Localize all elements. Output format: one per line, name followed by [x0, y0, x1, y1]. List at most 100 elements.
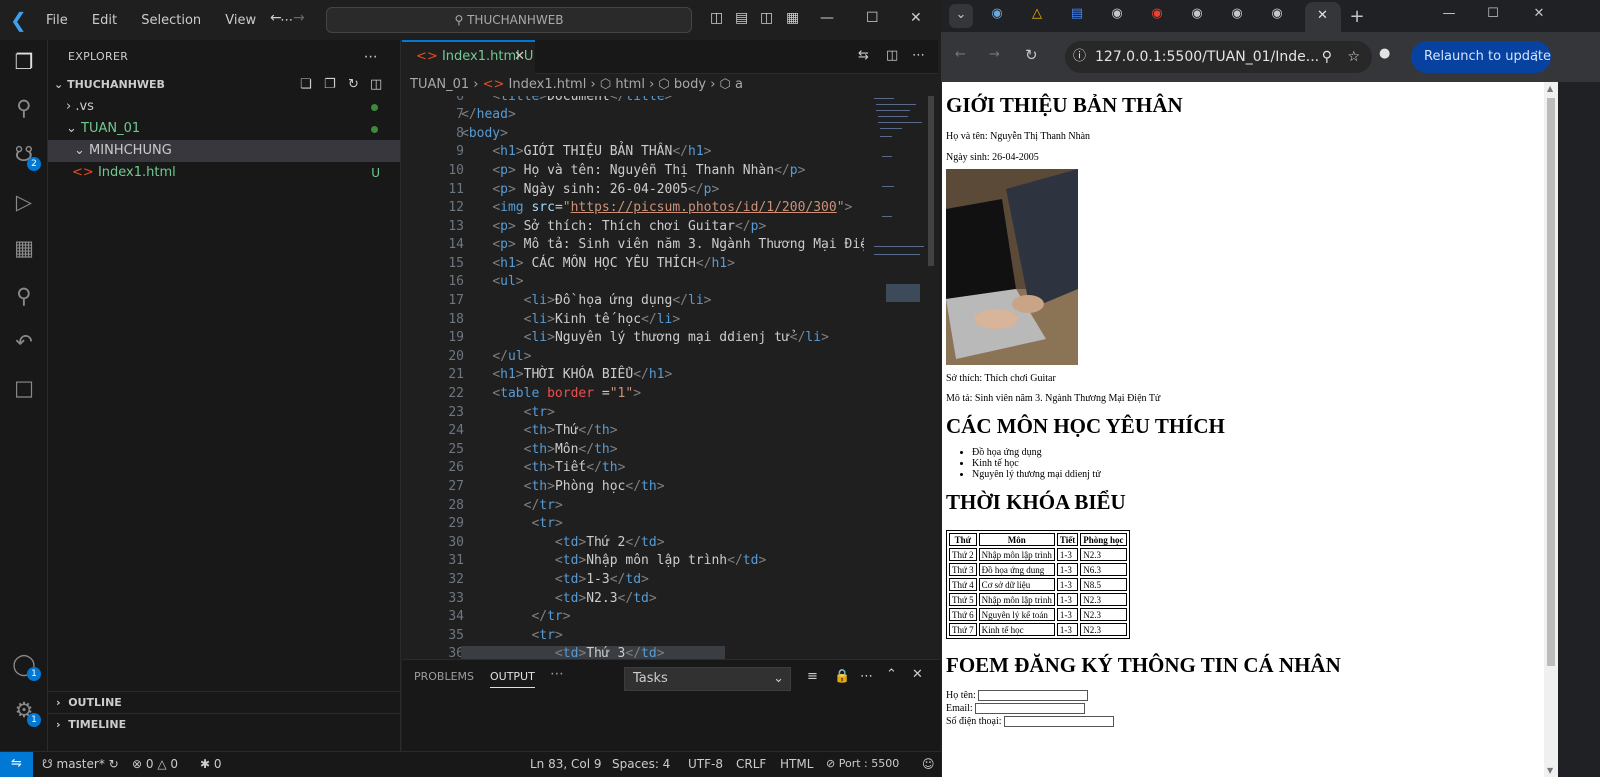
live-server-status[interactable]: ⊘ Port : 5500: [826, 752, 899, 776]
scrollbar-thumb[interactable]: [1547, 98, 1555, 666]
command-center-search[interactable]: ⚲ THUCHANHWEB: [326, 7, 692, 33]
breadcrumb-item[interactable]: Index1.html: [509, 77, 587, 92]
active-tab[interactable]: ✕: [1305, 2, 1341, 32]
phone-input[interactable]: [1003, 716, 1114, 728]
extensions-icon[interactable]: ▦: [10, 234, 38, 262]
more-actions-icon[interactable]: ⋯: [364, 40, 378, 74]
email-input[interactable]: [974, 703, 1085, 715]
timeline-section[interactable]: › TIMELINE: [48, 713, 401, 735]
run-debug-icon[interactable]: ▷: [10, 188, 38, 216]
tab-globe-icon[interactable]: ◉: [1185, 6, 1209, 26]
menu-file[interactable]: File: [46, 13, 68, 28]
accounts-icon[interactable]: ◯ 1: [10, 650, 41, 681]
minimize-icon[interactable]: —: [820, 10, 834, 26]
encoding-status[interactable]: UTF-8: [688, 752, 723, 776]
zoom-icon[interactable]: ⚲: [1322, 41, 1332, 73]
language-status[interactable]: HTML: [780, 752, 813, 776]
back-arrow-icon[interactable]: ←: [270, 10, 282, 26]
menu-edit[interactable]: Edit: [92, 13, 117, 28]
bookmark-star-icon[interactable]: ☆: [1347, 41, 1360, 73]
tree-item-tuan01[interactable]: ⌄ TUAN_01: [48, 118, 400, 140]
explorer-icon[interactable]: ❐: [10, 48, 38, 76]
tab-google-docs-icon[interactable]: ▤: [1065, 6, 1089, 26]
toggle-sidebar-icon[interactable]: ◫: [710, 10, 723, 26]
tree-item-index1[interactable]: <> Index1.html U: [48, 162, 400, 184]
menu-more[interactable]: ⋯: [280, 13, 293, 28]
panel-more-icon[interactable]: ⋯: [550, 666, 564, 682]
split-editor-icon[interactable]: ◫: [886, 48, 898, 63]
maximize-icon[interactable]: ☐: [866, 10, 879, 26]
indentation-status[interactable]: Spaces: 4: [612, 752, 670, 776]
close-panel-icon[interactable]: ✕: [912, 667, 923, 682]
more-actions-icon[interactable]: ⋯: [860, 669, 873, 684]
tab-globe-icon[interactable]: ◉: [1265, 6, 1289, 26]
collapse-all-icon[interactable]: ◫: [370, 74, 382, 96]
breadcrumb-item[interactable]: html: [615, 77, 645, 92]
tab-problems[interactable]: PROBLEMS: [414, 670, 474, 683]
breadcrumb-item[interactable]: body: [674, 77, 706, 92]
back-arrow-icon[interactable]: ←: [955, 47, 966, 62]
minimize-icon[interactable]: —: [1437, 6, 1461, 26]
output-channel-select[interactable]: Tasks ⌄: [624, 667, 791, 691]
minimap[interactable]: [864, 96, 934, 659]
fullname-input[interactable]: [977, 690, 1088, 702]
customize-layout-icon[interactable]: ▦: [786, 10, 799, 26]
workspace-root[interactable]: ⌄ THUCHANHWEB ❏ ❐ ↻ ◫: [48, 74, 400, 96]
more-actions-icon[interactable]: ⋯: [912, 48, 925, 63]
new-tab-icon[interactable]: +: [1345, 6, 1369, 27]
source-control-icon[interactable]: ☋ 2: [10, 140, 41, 171]
relaunch-to-update-button[interactable]: Relaunch to update ⋮: [1411, 41, 1551, 73]
tree-item-minhchung[interactable]: ⌄ MINHCHUNG: [48, 140, 400, 162]
lock-icon[interactable]: 🔒: [834, 669, 850, 684]
eol-status[interactable]: CRLF: [736, 752, 766, 776]
close-tab-icon[interactable]: ✕: [1317, 8, 1328, 23]
tab-globe-icon[interactable]: ◉: [1105, 6, 1129, 26]
tab-zalo-icon[interactable]: ◉: [985, 6, 1009, 26]
tab-search-chevron-icon[interactable]: ⌄: [949, 4, 973, 28]
scroll-down-icon[interactable]: ▼: [1547, 766, 1553, 775]
close-window-icon[interactable]: ✕: [1527, 6, 1551, 26]
close-tab-icon[interactable]: ✕: [514, 42, 525, 72]
forward-arrow-icon[interactable]: →: [989, 47, 1000, 62]
tab-google-icon[interactable]: ◉: [1145, 6, 1169, 26]
tree-item-vs[interactable]: › .vs: [48, 96, 400, 118]
clear-output-icon[interactable]: ≡: [807, 669, 818, 684]
new-folder-icon[interactable]: ❐: [324, 74, 336, 96]
remote-indicator-icon[interactable]: ⇋: [0, 752, 33, 777]
maximize-panel-icon[interactable]: ⌃: [886, 667, 897, 682]
reload-icon[interactable]: ↻: [1025, 46, 1038, 64]
cursor-position[interactable]: Ln 83, Col 9: [530, 752, 602, 776]
problems-status[interactable]: ⊗ 0 △ 0: [132, 752, 178, 776]
profile-avatar-icon[interactable]: ●: [1379, 46, 1390, 61]
compare-icon[interactable]: ⇆: [858, 48, 869, 63]
ports-status[interactable]: ✱ 0: [200, 752, 222, 776]
manage-gear-icon[interactable]: ⚙ 1: [10, 696, 41, 727]
outline-section[interactable]: › OUTLINE: [48, 691, 401, 713]
tab-output[interactable]: OUTPUT: [490, 670, 535, 688]
forward-arrow-icon[interactable]: →: [293, 10, 305, 26]
breadcrumb-item[interactable]: TUAN_01: [410, 77, 469, 92]
toggle-panel-icon[interactable]: ▤: [735, 10, 748, 26]
testing-icon[interactable]: ⚲: [10, 282, 38, 310]
menu-view[interactable]: View: [225, 13, 256, 28]
breadcrumb-item[interactable]: a: [735, 77, 743, 92]
feedback-icon[interactable]: ☺: [922, 752, 935, 776]
kebab-menu-icon[interactable]: ⋮: [1530, 41, 1543, 73]
toggle-secondary-sidebar-icon[interactable]: ◫: [760, 10, 773, 26]
address-bar[interactable]: ⓘ 127.0.0.1:5500/TUAN_01/Inde... ⚲ ☆: [1065, 41, 1372, 73]
tab-globe-icon[interactable]: ◉: [1225, 6, 1249, 26]
editor-scrollbar-thumb[interactable]: [928, 96, 934, 266]
chat-icon[interactable]: □: [10, 374, 38, 402]
page-scrollbar[interactable]: ▲ ▼: [1544, 82, 1558, 777]
menu-selection[interactable]: Selection: [141, 13, 201, 28]
maximize-icon[interactable]: ☐: [1481, 6, 1505, 26]
branch-status[interactable]: ☋ master* ↻: [42, 752, 119, 776]
scroll-up-icon[interactable]: ▲: [1547, 84, 1553, 93]
search-icon[interactable]: ⚲: [10, 94, 38, 122]
remote-explorer-icon[interactable]: ↶: [10, 328, 38, 356]
tab-google-drive-icon[interactable]: △: [1025, 6, 1049, 26]
refresh-icon[interactable]: ↻: [348, 74, 359, 96]
site-info-icon[interactable]: ⓘ: [1073, 41, 1086, 73]
new-file-icon[interactable]: ❏: [300, 74, 312, 96]
code-editor[interactable]: 6 7 8 9 10 11 12 13 14 15 16 17 18 19 20 21 22 23 24 25 26 27…: [402, 96, 864, 659]
